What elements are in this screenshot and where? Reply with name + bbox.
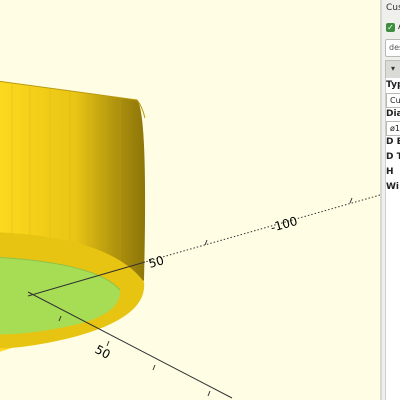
- param-type-select[interactable]: Cu: [386, 93, 400, 108]
- param-label-h: H: [386, 167, 394, 177]
- param-label-d-e: D E: [386, 137, 400, 147]
- axis-label-50-x: 50: [147, 253, 166, 271]
- param-label-d-t: D T: [386, 152, 400, 162]
- auto-preview-checkbox[interactable]: ✓ A: [386, 22, 400, 32]
- 3d-viewport[interactable]: -100 50 50: [0, 0, 380, 400]
- param-label-wi: Wi: [386, 182, 400, 192]
- scene-svg: -100 50 50: [0, 80, 380, 399]
- customizer-panel: Cus ✓ A des ▾ Typ Cu Dia ø1 D E D T H Wi: [382, 0, 400, 400]
- axis-label-minus-100: -100: [269, 214, 299, 235]
- customizer-title: Cus: [386, 3, 400, 13]
- checkbox-checked-icon: ✓: [386, 22, 395, 32]
- parameter-group-header[interactable]: ▾: [385, 60, 400, 79]
- param-label-diameter: Dia: [386, 109, 400, 119]
- param-diameter-select[interactable]: ø1: [386, 121, 400, 136]
- x-axis-negative-dashed: [144, 194, 380, 263]
- chevron-down-icon: ▾: [391, 64, 396, 73]
- preset-selector[interactable]: des: [385, 39, 400, 57]
- axis-label-50-y: 50: [93, 342, 113, 362]
- param-label-type: Typ: [386, 80, 400, 90]
